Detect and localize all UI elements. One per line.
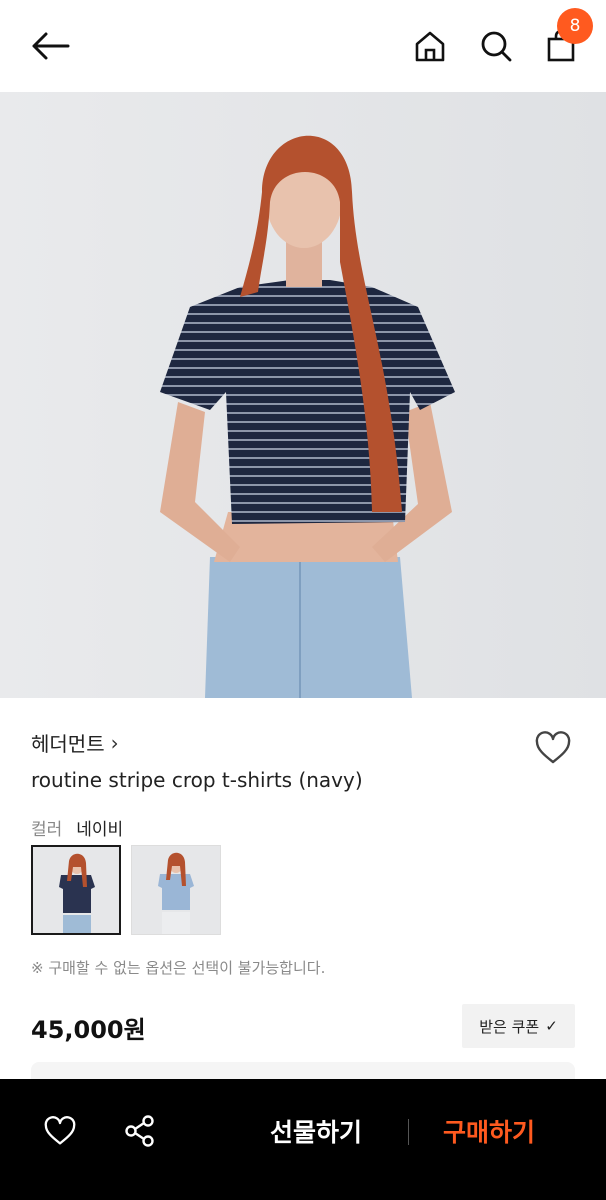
heart-icon: [44, 1116, 76, 1145]
color-thumbnail-other[interactable]: [131, 845, 221, 935]
bottom-action-bar: 선물하기 구매하기: [0, 1079, 606, 1200]
heart-icon: [535, 731, 571, 764]
home-button[interactable]: [410, 26, 450, 66]
option-notice: ※ 구매할 수 없는 옵션은 선택이 불가능합니다.: [31, 959, 326, 977]
bottom-divider: [408, 1119, 409, 1145]
wishlist-button[interactable]: [532, 728, 574, 768]
chevron-right-icon: ›: [110, 730, 119, 755]
brand-link[interactable]: 헤더먼트 ›: [31, 728, 119, 757]
color-label: 컬러: [31, 820, 63, 840]
top-bar: 8: [0, 0, 606, 92]
share-icon: [125, 1115, 154, 1147]
product-main-image[interactable]: [0, 92, 606, 698]
bottom-wishlist-button[interactable]: [40, 1111, 80, 1151]
content-card-peek: [31, 1062, 575, 1080]
home-icon: [415, 31, 445, 62]
cart-count-badge: 8: [557, 8, 593, 44]
color-value: 네이비: [76, 820, 124, 840]
product-price: 45,000원: [31, 1016, 146, 1044]
color-option-row: 컬러 네이비: [31, 815, 123, 840]
brand-name: 헤더먼트: [31, 732, 105, 756]
coupon-button[interactable]: 받은 쿠폰 ✓: [462, 1004, 575, 1048]
product-title: routine stripe crop t-shirts (navy): [31, 768, 363, 792]
back-button[interactable]: [28, 26, 72, 66]
color-thumbnail-navy[interactable]: [31, 845, 121, 935]
arrow-left-icon: [32, 32, 70, 60]
search-icon: [481, 31, 512, 62]
color-thumbnails: [31, 845, 221, 935]
share-button[interactable]: [120, 1111, 160, 1151]
check-icon: ✓: [545, 1017, 558, 1035]
buy-button[interactable]: 구매하기: [443, 1113, 535, 1149]
gift-button[interactable]: 선물하기: [270, 1113, 362, 1149]
search-button[interactable]: [476, 26, 516, 66]
coupon-label: 받은 쿠폰: [479, 1017, 540, 1036]
